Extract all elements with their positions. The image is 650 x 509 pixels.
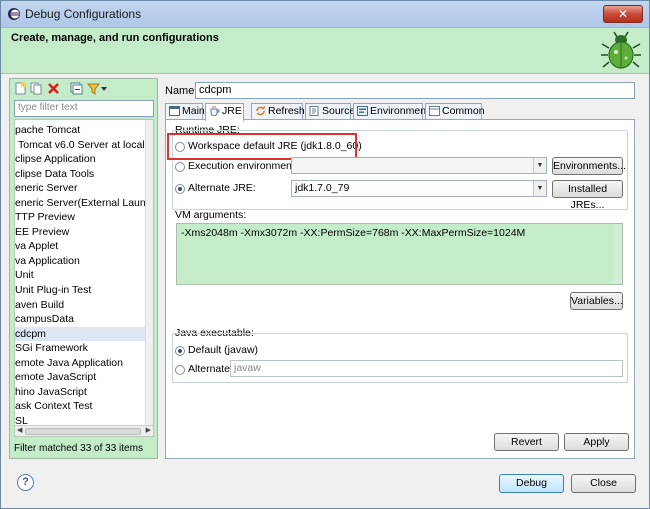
tab-refresh-label: Refresh [268,105,305,117]
tree-item[interactable]: Unit [15,268,149,283]
highlight-box [167,133,357,160]
variables-button[interactable]: Variables... [570,292,623,310]
tab-environment[interactable]: Environment [353,103,429,120]
tree-item[interactable]: campusData [15,312,149,327]
configuration-tree-panel: type filter text pache Tomcat Tomcat v6.0… [9,78,158,459]
revert-button[interactable]: Revert [494,433,559,451]
scroll-right-icon[interactable]: ▶ [146,426,151,436]
chevron-down-icon[interactable] [100,82,108,95]
tree-item[interactable]: va Application [15,254,149,269]
installed-jres-button[interactable]: Installed JREs... [552,180,623,211]
vm-arguments-value: -Xms2048m -Xmx3072m -XX:PermSize=768m -X… [181,227,526,239]
tab-bar: Main JRE Refresh Source Environment Comm… [165,103,635,121]
window-title: Debug Configurations [25,7,142,21]
tree-item[interactable]: emote Java Application [15,356,149,371]
help-icon[interactable]: ? [17,474,34,491]
chevron-down-icon: ▼ [533,158,546,173]
vm-arguments-scrollbar[interactable] [613,224,622,284]
debug-configurations-window: Debug Configurations ✕ Create, manage, a… [0,0,650,509]
refresh-icon [256,106,265,116]
eclipse-icon [8,8,20,20]
alternate-executable-label: Alternate [188,363,231,375]
tree-item[interactable]: Unit Plug-in Test [15,283,149,298]
tree-item[interactable]: hino JavaScript [15,385,149,400]
tree-item[interactable]: pache Tomcat [15,123,149,138]
banner-heading: Create, manage, and run configurations [11,32,219,44]
environment-icon [357,106,368,116]
alternate-jre-select[interactable]: jdk1.7.0_79 ▼ [291,180,547,197]
execution-environment-label: Execution environment: [188,160,298,172]
apply-button[interactable]: Apply [564,433,629,451]
tree-item[interactable]: aven Build [15,298,149,313]
tree-item[interactable]: eneric Server(External Launch) [15,196,153,211]
main-tab-icon [169,106,180,116]
tab-common-label: Common [442,105,485,117]
chevron-down-icon: ▼ [533,181,546,196]
bug-icon [601,31,641,69]
tab-common[interactable]: Common [425,103,485,120]
filter-status: Filter matched 33 of 33 items [14,443,143,454]
alternate-executable-field[interactable]: javaw [230,360,623,377]
jre-tab-panel: Runtime JRE: Workspace default JRE (jdk1… [165,119,635,459]
tree-item[interactable]: SGi Framework [15,341,149,356]
tree-list: pache Tomcat Tomcat v6.0 Server at localh… [15,123,153,428]
filter-input[interactable]: type filter text [14,100,154,117]
duplicate-icon[interactable] [30,82,43,95]
name-label: Name: [165,85,198,97]
vm-arguments-label: VM arguments: [175,209,247,221]
tab-environment-label: Environment [370,105,429,117]
tree-item[interactable]: clipse Data Tools [15,167,149,182]
tree-item[interactable]: cdcpm [15,326,149,342]
new-configuration-icon[interactable] [14,82,27,95]
alternate-jre-radio[interactable] [175,184,185,194]
tree-item[interactable]: va Applet [15,239,149,254]
delete-icon[interactable] [47,82,60,95]
tree-vertical-scrollbar[interactable] [145,120,153,436]
tree-toolbar [12,81,157,97]
source-icon [309,106,319,116]
filter-icon[interactable] [87,82,100,95]
execution-environment-radio[interactable] [175,162,185,172]
tab-jre[interactable]: JRE [205,103,244,121]
tab-main[interactable]: Main [165,103,205,120]
window-close-button[interactable]: ✕ [603,5,643,23]
common-icon [429,106,440,116]
default-javaw-label: Default (javaw) [188,344,259,356]
tab-main-label: Main [182,105,205,117]
alternate-jre-value: jdk1.7.0_79 [295,182,350,194]
name-field[interactable]: cdcpm [195,82,635,99]
close-button[interactable]: Close [571,474,636,493]
alternate-executable-radio[interactable] [175,365,185,375]
tree-item[interactable]: emote JavaScript [15,370,149,385]
tree-item[interactable]: ask Context Test [15,399,149,414]
title-bar[interactable]: Debug Configurations ✕ [1,1,649,28]
tree-item[interactable]: TTP Preview [15,210,149,225]
execution-environment-select[interactable]: ▼ [291,157,547,174]
header-banner: Create, manage, and run configurations [1,28,649,74]
tree-item[interactable]: Tomcat v6.0 Server at localhost [15,138,153,153]
tree-item[interactable]: clipse Application [15,152,149,167]
vm-arguments-textarea[interactable]: -Xms2048m -Xmx3072m -XX:PermSize=768m -X… [176,223,623,285]
collapse-all-icon[interactable] [70,82,83,95]
alternate-jre-label: Alternate JRE: [188,182,256,194]
tab-jre-label: JRE [222,105,242,117]
debug-button[interactable]: Debug [499,474,564,493]
scrollbar-thumb[interactable] [25,428,141,435]
environments-button[interactable]: Environments... [552,157,626,175]
default-javaw-radio[interactable] [175,346,185,356]
tab-refresh[interactable]: Refresh [251,103,305,120]
configuration-tree: pache Tomcat Tomcat v6.0 Server at localh… [14,119,154,437]
tree-horizontal-scrollbar[interactable]: ◀ ▶ [15,425,153,436]
tab-source[interactable]: Source [305,103,355,120]
tree-item[interactable]: EE Preview [15,225,149,240]
tree-item[interactable]: eneric Server [15,181,149,196]
jre-tab-icon [210,106,220,117]
tab-source-label: Source [322,105,356,117]
scroll-left-icon[interactable]: ◀ [17,426,22,436]
